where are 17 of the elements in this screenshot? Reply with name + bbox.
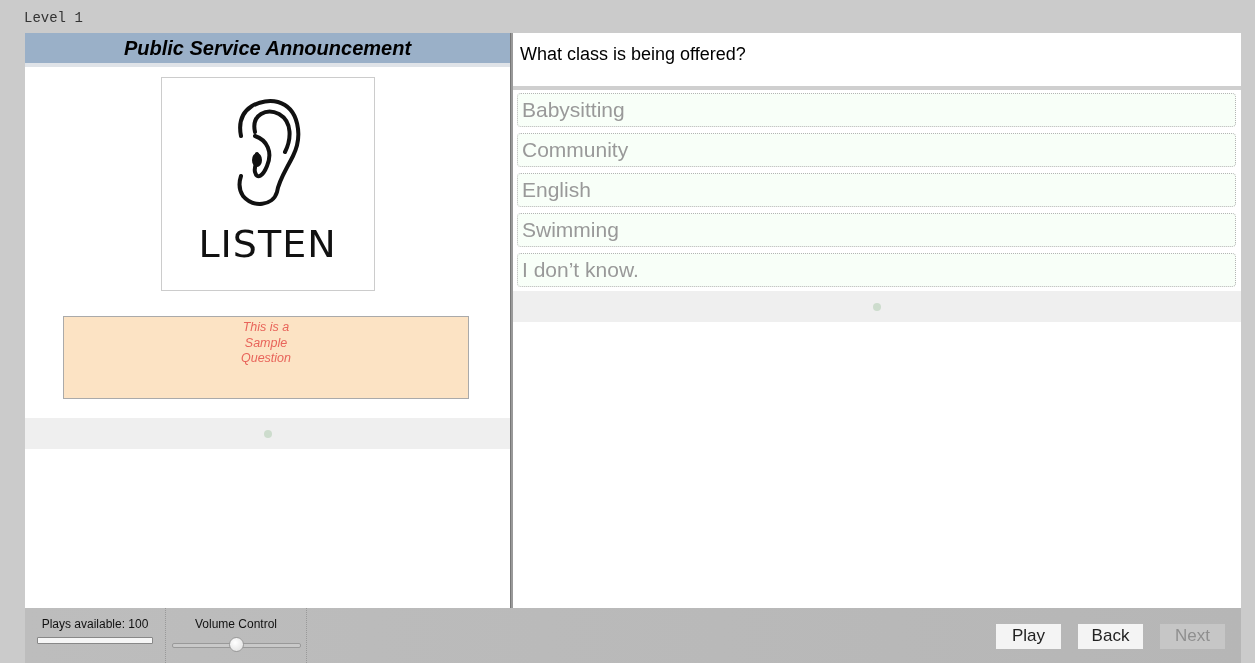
answer-option[interactable]: Babysitting [517, 93, 1236, 127]
nav-button[interactable]: Back [1078, 623, 1143, 649]
slider-thumb[interactable] [228, 637, 244, 652]
level-label: Level 1 [24, 9, 84, 28]
page-dot[interactable] [873, 302, 881, 311]
volume-label: Volume Control [194, 617, 277, 631]
sample-note: This is a Sample Question [241, 320, 291, 367]
sign-caption: LISTEN [198, 222, 337, 266]
answer-option[interactable]: I don’t know. [517, 253, 1236, 287]
answer-option[interactable]: Swimming [517, 213, 1236, 247]
answer-option[interactable]: English [517, 173, 1236, 207]
answer-option[interactable]: Community [517, 133, 1236, 167]
plays-label: Plays available: 100 [41, 617, 149, 631]
volume-slider[interactable] [171, 637, 301, 653]
panel-title: Public Service Announcement [25, 33, 510, 67]
page-dot[interactable] [263, 429, 272, 438]
nav-button[interactable]: Play [996, 623, 1061, 649]
